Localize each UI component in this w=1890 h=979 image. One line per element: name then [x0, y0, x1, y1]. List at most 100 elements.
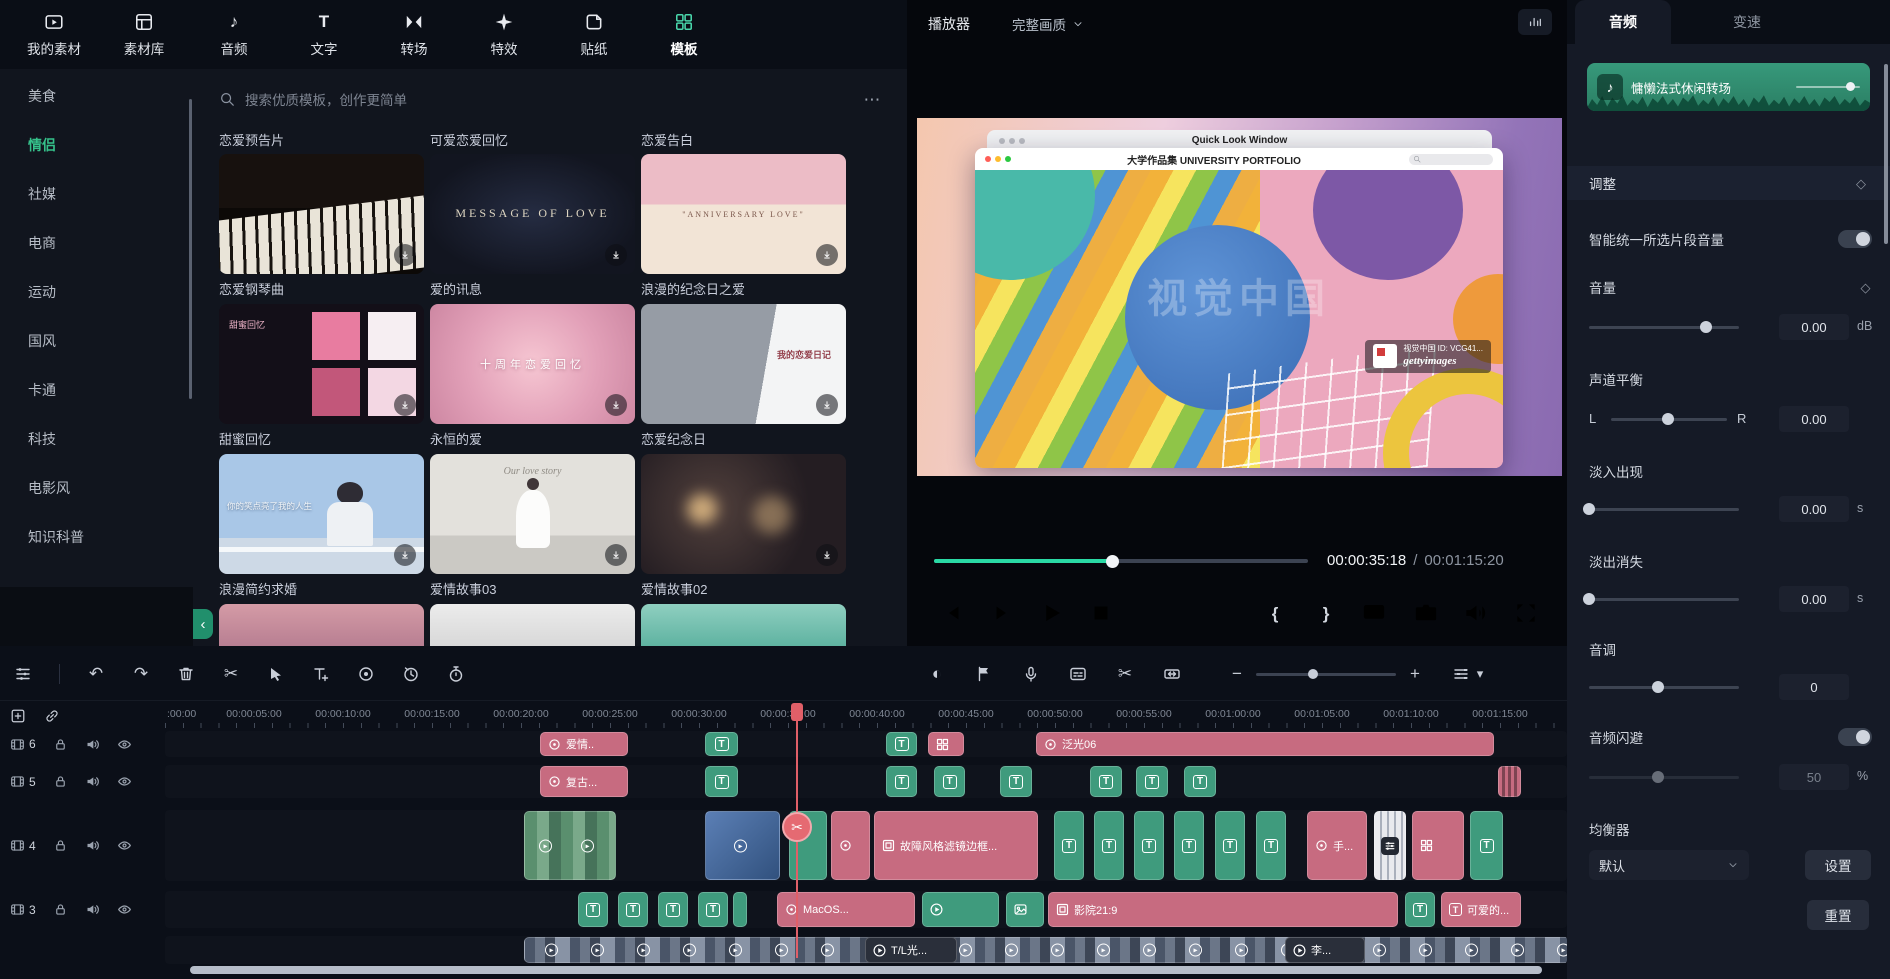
- audio-clip-chip[interactable]: ♪ 慵懒法式休闲转场: [1587, 63, 1870, 111]
- lock-icon[interactable]: [53, 838, 68, 853]
- download-icon[interactable]: [816, 544, 838, 566]
- video-preview[interactable]: Quick Look Window 大学作品集 UNIVERSITY PORTF…: [917, 118, 1562, 476]
- timeline-clip[interactable]: [1374, 811, 1406, 880]
- timeline-clip[interactable]: 泛光06: [1036, 732, 1494, 756]
- timeline-clip[interactable]: 复古...: [540, 766, 628, 797]
- play-button[interactable]: [1039, 600, 1065, 626]
- sidebar-item-0[interactable]: 美食: [0, 71, 193, 120]
- volume-button[interactable]: [1462, 600, 1488, 626]
- track-manager-button[interactable]: [14, 665, 32, 683]
- timeline-clip[interactable]: T: [1215, 811, 1245, 880]
- sidebar-item-9[interactable]: 知识科普: [0, 512, 193, 561]
- timeline-clip[interactable]: T: [705, 766, 738, 797]
- download-icon[interactable]: [816, 244, 838, 266]
- timeline-clip[interactable]: T: [1094, 811, 1124, 880]
- playhead-cut-button[interactable]: ✂: [782, 812, 812, 842]
- timeline-clip[interactable]: T: [1184, 766, 1216, 797]
- template-card[interactable]: 我的恋爱日记恋爱纪念日: [641, 304, 846, 454]
- template-card[interactable]: "ANNIVERSARY LOVE"浪漫的纪念日之爱: [641, 154, 846, 304]
- mute-icon[interactable]: [85, 838, 100, 853]
- sidebar-item-4[interactable]: 运动: [0, 267, 193, 316]
- panel-scrollbar[interactable]: [1884, 64, 1888, 244]
- stop-button[interactable]: [1088, 600, 1114, 626]
- mute-icon[interactable]: [85, 774, 100, 789]
- sidebar-item-7[interactable]: 科技: [0, 414, 193, 463]
- timeline-clip[interactable]: 影院21:9: [1048, 892, 1398, 927]
- visibility-icon[interactable]: [117, 838, 132, 853]
- timeline-clip[interactable]: ▸: [705, 811, 780, 880]
- timeline-clip[interactable]: T: [705, 732, 738, 756]
- equalizer-preset-dropdown[interactable]: 默认: [1589, 850, 1749, 880]
- template-card[interactable]: 爱情故事02: [641, 454, 846, 604]
- sidebar-item-3[interactable]: 电商: [0, 218, 193, 267]
- template-thumbnail[interactable]: 你的笑点亮了我的人生: [219, 454, 424, 574]
- timeline-clip[interactable]: [928, 732, 964, 756]
- balance-value[interactable]: 0.00: [1779, 406, 1849, 432]
- template-thumbnail[interactable]: Our love story: [430, 454, 635, 574]
- tab-audio[interactable]: 音频: [1575, 0, 1671, 44]
- timeline-clip[interactable]: 故障风格滤镜边框...: [874, 811, 1038, 880]
- download-icon[interactable]: [394, 544, 416, 566]
- download-icon[interactable]: [605, 244, 627, 266]
- lock-icon[interactable]: [53, 902, 68, 917]
- track-lane-0[interactable]: 爱情..TT泛光06: [165, 731, 1567, 757]
- template-thumbnail[interactable]: 十周年恋爱回忆: [430, 304, 635, 424]
- timeline-clip[interactable]: T: [1000, 766, 1032, 797]
- ducking-slider[interactable]: [1589, 771, 1739, 783]
- timeline-clip[interactable]: [922, 892, 999, 927]
- pitch-slider[interactable]: [1589, 681, 1739, 693]
- timeline-clip[interactable]: T: [618, 892, 648, 927]
- mute-icon[interactable]: [85, 737, 100, 752]
- playhead-handle[interactable]: [791, 703, 803, 721]
- timeline-clip[interactable]: ▸▸: [524, 811, 616, 880]
- timeline-clip[interactable]: 李...: [1285, 937, 1365, 963]
- keyframe-icon[interactable]: ◇: [1854, 176, 1868, 190]
- timeline-clip[interactable]: T: [1090, 766, 1122, 797]
- link-clips-button[interactable]: [44, 708, 60, 724]
- mute-icon[interactable]: [85, 902, 100, 917]
- timeline-clip[interactable]: T: [1134, 811, 1164, 880]
- sidebar-item-5[interactable]: 国风: [0, 316, 193, 365]
- collapse-sidebar-button[interactable]: ‹: [193, 609, 213, 639]
- track-lane-4[interactable]: ▸▸▸▸▸▸▸▸▸▸▸▸▸▸▸▸▸▸▸▸▸▸▸▸▸T/L光...李...: [165, 936, 1567, 964]
- sidebar-item-2[interactable]: 社媒: [0, 169, 193, 218]
- reset-button[interactable]: 重置: [1807, 900, 1869, 930]
- download-icon[interactable]: [605, 394, 627, 416]
- timeline-horizontal-scrollbar[interactable]: [190, 966, 1542, 974]
- timeline-clip[interactable]: T: [886, 732, 917, 756]
- download-icon[interactable]: [394, 394, 416, 416]
- timeline-clip[interactable]: T: [1405, 892, 1435, 927]
- fullscreen-button[interactable]: [1513, 600, 1539, 626]
- sidebar-scrollbar[interactable]: [189, 99, 192, 399]
- undo-button[interactable]: ↶: [87, 665, 105, 683]
- track-lane-1[interactable]: 复古...TTTTTTT: [165, 765, 1567, 798]
- template-thumbnail[interactable]: 甜蜜回忆: [219, 304, 424, 424]
- ducking-toggle[interactable]: [1838, 728, 1872, 746]
- template-card[interactable]: 恋爱钢琴曲: [219, 154, 424, 304]
- visibility-icon[interactable]: [117, 774, 132, 789]
- timeline-clip[interactable]: T: [698, 892, 728, 927]
- redo-button[interactable]: ↷: [132, 665, 150, 683]
- volume-slider[interactable]: [1589, 321, 1739, 333]
- sidebar-item-8[interactable]: 电影风: [0, 463, 193, 512]
- template-card[interactable]: 甜蜜回忆甜蜜回忆: [219, 304, 424, 454]
- visibility-icon[interactable]: [117, 902, 132, 917]
- nav-item-fx[interactable]: 特效: [468, 12, 540, 58]
- timeline-clip[interactable]: T: [1054, 811, 1084, 880]
- template-thumbnail[interactable]: [641, 454, 846, 574]
- display-mode-button[interactable]: [1361, 600, 1387, 626]
- timeline-clip[interactable]: [831, 811, 870, 880]
- seek-bar[interactable]: [934, 555, 1308, 567]
- snapshot-button[interactable]: [1413, 600, 1439, 626]
- nav-item-template[interactable]: 模板: [648, 12, 720, 58]
- timeline-clip[interactable]: T: [1256, 811, 1286, 880]
- timeline-clip[interactable]: T: [934, 766, 965, 797]
- sidebar-item-1[interactable]: 情侣: [0, 120, 193, 169]
- fadein-value[interactable]: 0.00: [1779, 496, 1849, 522]
- download-icon[interactable]: [394, 244, 416, 266]
- timeline-clip[interactable]: [1006, 892, 1044, 927]
- previous-frame-button[interactable]: [939, 600, 965, 626]
- fadeout-value[interactable]: 0.00: [1779, 586, 1849, 612]
- template-thumbnail[interactable]: 我的恋爱日记: [641, 304, 846, 424]
- download-icon[interactable]: [605, 544, 627, 566]
